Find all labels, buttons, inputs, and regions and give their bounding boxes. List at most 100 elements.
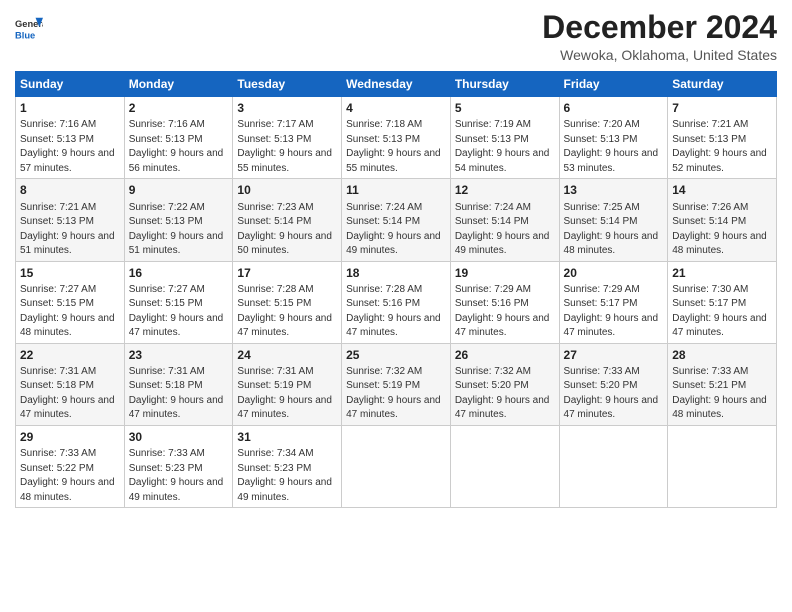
day-number: 8 [20,182,120,198]
daylight-text: Daylight: 9 hours and 48 minutes. [20,477,115,503]
sunset-text: Sunset: 5:13 PM [20,134,94,145]
sunset-text: Sunset: 5:13 PM [455,134,529,145]
calendar-cell: 8 Sunrise: 7:21 AM Sunset: 5:13 PM Daylight… [16,179,125,261]
sunset-text: Sunset: 5:14 PM [237,216,311,227]
daylight-text: Daylight: 9 hours and 48 minutes. [564,231,659,257]
day-number: 4 [346,100,446,116]
sunrise-text: Sunrise: 7:23 AM [237,202,313,213]
calendar-week-row: 8 Sunrise: 7:21 AM Sunset: 5:13 PM Daylight… [16,179,777,261]
day-number: 29 [20,429,120,445]
day-number: 15 [20,265,120,281]
calendar-cell: 11Sunrise: 7:24 AMSunset: 5:14 PMDayligh… [342,179,451,261]
day-number: 12 [455,182,555,198]
calendar-cell [668,425,777,507]
day-number: 2 [129,100,229,116]
day-number: 18 [346,265,446,281]
day-number: 25 [346,347,446,363]
daylight-text: Daylight: 9 hours and 47 minutes. [129,313,224,339]
daylight-text: Daylight: 9 hours and 47 minutes. [455,313,550,339]
weekday-header-wednesday: Wednesday [342,72,451,97]
calendar-cell: 12Sunrise: 7:24 AMSunset: 5:14 PMDayligh… [450,179,559,261]
logo-icon: General Blue [15,14,43,42]
daylight-text: Daylight: 9 hours and 47 minutes. [129,395,224,421]
day-number: 21 [672,265,772,281]
calendar-cell: 16 Sunrise: 7:27 AM Sunset: 5:15 PM Dayligh… [124,261,233,343]
day-number: 10 [237,182,337,198]
weekday-header-friday: Friday [559,72,668,97]
daylight-text: Daylight: 9 hours and 51 minutes. [20,231,115,257]
sunset-text: Sunset: 5:13 PM [346,134,420,145]
day-number: 17 [237,265,337,281]
sunrise-text: Sunrise: 7:28 AM [346,284,422,295]
calendar-cell: 20Sunrise: 7:29 AMSunset: 5:17 PMDayligh… [559,261,668,343]
calendar-week-row: 22Sunrise: 7:31 AMSunset: 5:18 PMDayligh… [16,343,777,425]
daylight-text: Daylight: 9 hours and 47 minutes. [20,395,115,421]
daylight-text: Daylight: 9 hours and 51 minutes. [129,231,224,257]
day-number: 5 [455,100,555,116]
sunrise-text: Sunrise: 7:27 AM [20,284,96,295]
sunrise-text: Sunrise: 7:16 AM [129,119,205,130]
day-number: 16 [129,265,229,281]
sunrise-text: Sunrise: 7:30 AM [672,284,748,295]
sunset-text: Sunset: 5:13 PM [129,216,203,227]
title-area: December 2024 Wewoka, Oklahoma, United S… [542,10,777,63]
calendar-cell: 24Sunrise: 7:31 AMSunset: 5:19 PMDayligh… [233,343,342,425]
sunrise-text: Sunrise: 7:20 AM [564,119,640,130]
day-number: 9 [129,182,229,198]
daylight-text: Daylight: 9 hours and 54 minutes. [455,148,550,174]
page-header: General Blue December 2024 Wewoka, Oklah… [15,10,777,63]
calendar-cell: 5Sunrise: 7:19 AMSunset: 5:13 PMDaylight… [450,97,559,179]
sunset-text: Sunset: 5:22 PM [20,463,94,474]
daylight-text: Daylight: 9 hours and 47 minutes. [564,313,659,339]
calendar-cell: 27Sunrise: 7:33 AMSunset: 5:20 PMDayligh… [559,343,668,425]
daylight-text: Daylight: 9 hours and 49 minutes. [129,477,224,503]
daylight-text: Daylight: 9 hours and 48 minutes. [20,313,115,339]
calendar-cell: 13Sunrise: 7:25 AMSunset: 5:14 PMDayligh… [559,179,668,261]
sunset-text: Sunset: 5:23 PM [129,463,203,474]
sunrise-text: Sunrise: 7:21 AM [20,202,96,213]
sunrise-text: Sunrise: 7:33 AM [672,366,748,377]
sunset-text: Sunset: 5:15 PM [20,298,94,309]
day-number: 31 [237,429,337,445]
calendar-cell: 29Sunrise: 7:33 AMSunset: 5:22 PMDayligh… [16,425,125,507]
weekday-header-saturday: Saturday [668,72,777,97]
sunset-text: Sunset: 5:15 PM [237,298,311,309]
calendar-cell [559,425,668,507]
sunset-text: Sunset: 5:17 PM [564,298,638,309]
sunrise-text: Sunrise: 7:32 AM [346,366,422,377]
calendar-cell: 10Sunrise: 7:23 AMSunset: 5:14 PMDayligh… [233,179,342,261]
calendar-body: 1Sunrise: 7:16 AMSunset: 5:13 PMDaylight… [16,97,777,508]
sunrise-text: Sunrise: 7:32 AM [455,366,531,377]
sunrise-text: Sunrise: 7:29 AM [564,284,640,295]
sunset-text: Sunset: 5:14 PM [672,216,746,227]
calendar-cell: 26Sunrise: 7:32 AMSunset: 5:20 PMDayligh… [450,343,559,425]
sunset-text: Sunset: 5:14 PM [455,216,529,227]
sunrise-text: Sunrise: 7:33 AM [564,366,640,377]
daylight-text: Daylight: 9 hours and 49 minutes. [346,231,441,257]
calendar-cell: 4 Sunrise: 7:18 AM Sunset: 5:13 PM Daylight… [342,97,451,179]
sunrise-text: Sunrise: 7:27 AM [129,284,205,295]
weekday-header-tuesday: Tuesday [233,72,342,97]
daylight-text: Daylight: 9 hours and 55 minutes. [346,148,441,174]
sunset-text: Sunset: 5:13 PM [564,134,638,145]
calendar-cell: 28Sunrise: 7:33 AMSunset: 5:21 PMDayligh… [668,343,777,425]
daylight-text: Daylight: 9 hours and 47 minutes. [564,395,659,421]
sunrise-text: Sunrise: 7:24 AM [455,202,531,213]
calendar-cell: 25Sunrise: 7:32 AMSunset: 5:19 PMDayligh… [342,343,451,425]
day-number: 23 [129,347,229,363]
sunset-text: Sunset: 5:14 PM [346,216,420,227]
calendar-cell: 9Sunrise: 7:22 AMSunset: 5:13 PMDaylight… [124,179,233,261]
sunset-text: Sunset: 5:15 PM [129,298,203,309]
calendar-table: SundayMondayTuesdayWednesdayThursdayFrid… [15,71,777,508]
sunset-text: Sunset: 5:13 PM [20,216,94,227]
calendar-cell: 15 Sunrise: 7:27 AM Sunset: 5:15 PM Dayligh… [16,261,125,343]
sunrise-text: Sunrise: 7:18 AM [346,119,422,130]
sunset-text: Sunset: 5:17 PM [672,298,746,309]
daylight-text: Daylight: 9 hours and 47 minutes. [237,395,332,421]
svg-text:Blue: Blue [15,30,35,40]
calendar-cell: 1Sunrise: 7:16 AMSunset: 5:13 PMDaylight… [16,97,125,179]
day-number: 22 [20,347,120,363]
sunset-text: Sunset: 5:16 PM [346,298,420,309]
sunrise-text: Sunrise: 7:16 AM [20,119,96,130]
day-number: 14 [672,182,772,198]
